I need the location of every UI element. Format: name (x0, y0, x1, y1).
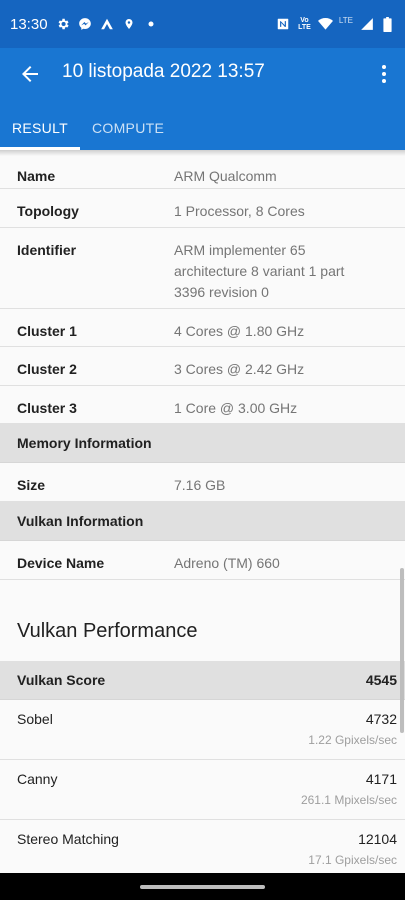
info-row-device-name: Device Name Adreno (TM) 660 (0, 541, 405, 580)
info-value: 3 Cores @ 2.42 GHz (174, 361, 305, 377)
result-content[interactable]: Name ARM Qualcomm Topology 1 Processor, … (0, 150, 405, 873)
benchmark-score: 4732 (365, 711, 397, 727)
location-icon (122, 17, 137, 32)
more-options-icon[interactable] (379, 62, 389, 86)
info-value: 7.16 GB (174, 477, 226, 493)
info-value: 1 Processor, 8 Cores (174, 203, 305, 219)
benchmark-score: 4171 (365, 771, 397, 787)
info-row-topology: Topology 1 Processor, 8 Cores (0, 189, 405, 228)
app-icon (100, 17, 115, 32)
dot-icon (144, 17, 159, 32)
benchmark-name: Canny (17, 771, 58, 787)
status-time: 13:30 (10, 15, 48, 33)
tab-compute[interactable]: COMPUTE (80, 112, 176, 150)
info-value: ARM implementer 65 architecture 8 varian… (174, 242, 345, 300)
performance-title-block: Vulkan Performance (0, 580, 405, 661)
benchmark-rate: 17.1 Gpixels/sec (308, 853, 397, 867)
info-value: ARM Qualcomm (174, 168, 277, 184)
info-row-cluster-1: Cluster 1 4 Cores @ 1.80 GHz (0, 309, 405, 347)
gear-icon (56, 17, 71, 32)
gesture-handle[interactable] (140, 885, 265, 889)
info-row-identifier: Identifier ARM implementer 65 architectu… (0, 228, 405, 309)
benchmark-score: 12104 (358, 831, 397, 847)
system-icons: Vo LTE LTE (276, 15, 395, 32)
benchmark-name: Sobel (17, 711, 53, 727)
info-key: Cluster 1 (17, 323, 77, 339)
app-bar: 10 listopada 2022 13:57 RESULT COMPUTE (0, 48, 405, 150)
nfc-icon (276, 17, 291, 32)
messenger-icon (78, 17, 93, 32)
info-row-name: Name ARM Qualcomm (0, 156, 405, 189)
benchmark-row-sobel[interactable]: Sobel 4732 1.22 Gpixels/sec (0, 700, 405, 760)
info-row-cluster-2: Cluster 2 3 Cores @ 2.42 GHz (0, 347, 405, 386)
scrollbar[interactable] (400, 568, 404, 733)
info-key: Cluster 2 (17, 361, 77, 377)
info-key: Cluster 3 (17, 400, 77, 416)
benchmark-row-canny[interactable]: Canny 4171 261.1 Mpixels/sec (0, 760, 405, 820)
tab-result[interactable]: RESULT (0, 112, 80, 150)
benchmark-rate: 1.22 Gpixels/sec (308, 733, 397, 747)
score-value: 4545 (365, 672, 397, 688)
info-row-cluster-3: Cluster 3 1 Core @ 3.00 GHz (0, 386, 405, 424)
info-value: Adreno (TM) 660 (174, 555, 280, 571)
volte-icon: Vo LTE (298, 17, 311, 31)
performance-title: Vulkan Performance (17, 620, 198, 642)
status-bar: 13:30 Vo LTE LTE (0, 0, 405, 48)
benchmark-rate: 261.1 Mpixels/sec (300, 793, 397, 807)
tab-bar: RESULT COMPUTE (0, 112, 176, 150)
notification-icons (56, 17, 159, 32)
info-key: Size (17, 477, 46, 493)
memory-section-header: Memory Information (0, 424, 405, 463)
benchmark-name: Stereo Matching (17, 831, 119, 847)
lte-label: LTE (338, 15, 353, 25)
wifi-icon (317, 17, 333, 32)
page-title: 10 listopada 2022 13:57 (62, 61, 265, 82)
battery-icon (380, 16, 395, 32)
vulkan-section-header: Vulkan Information (0, 502, 405, 541)
info-value: 4 Cores @ 1.80 GHz (174, 323, 305, 339)
info-row-size: Size 7.16 GB (0, 463, 405, 502)
navigation-bar (0, 873, 405, 900)
back-arrow-icon[interactable] (18, 62, 42, 86)
score-label: Vulkan Score (17, 672, 106, 688)
info-key: Name (17, 168, 56, 184)
info-key: Device Name (17, 555, 105, 571)
signal-icon (359, 17, 374, 32)
info-key: Identifier (17, 242, 77, 258)
info-value: 1 Core @ 3.00 GHz (174, 400, 298, 416)
info-key: Topology (17, 203, 79, 219)
vulkan-score-header: Vulkan Score 4545 (0, 661, 405, 700)
benchmark-row-stereo-matching[interactable]: Stereo Matching 12104 17.1 Gpixels/sec (0, 820, 405, 873)
